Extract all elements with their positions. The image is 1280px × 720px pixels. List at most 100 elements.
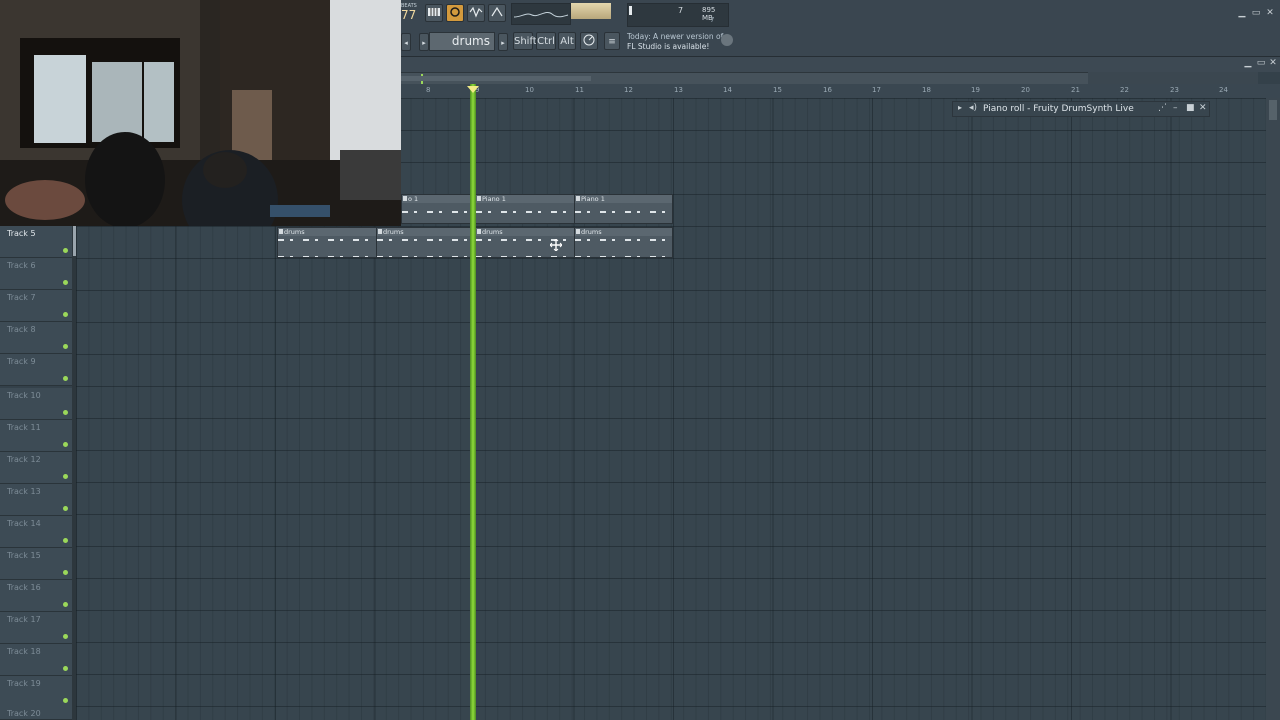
track-mute-icon[interactable]: [63, 474, 68, 479]
track-mute-icon[interactable]: [63, 376, 68, 381]
metronome-button[interactable]: [580, 32, 598, 50]
playhead[interactable]: [470, 84, 476, 720]
playhead-marker-icon[interactable]: [467, 86, 479, 93]
track-mute-icon[interactable]: [63, 538, 68, 543]
clip-label: drums: [476, 228, 574, 236]
track-name: Track 17: [7, 615, 41, 624]
piano-roll-window[interactable]: ▸ ◂) Piano roll - Fruity DrumSynth Live …: [952, 101, 1210, 117]
online-icon[interactable]: [721, 34, 733, 46]
track-header[interactable]: Track 5: [0, 226, 72, 258]
channel-rack-icon: [450, 7, 460, 17]
playlist-maximize-icon[interactable]: ▭: [1256, 58, 1266, 68]
track-header[interactable]: Track 17: [0, 612, 72, 644]
pattern-arrow-button[interactable]: ▸: [419, 33, 429, 51]
track-name: Track 5: [7, 229, 36, 238]
track-name: Track 13: [7, 487, 41, 496]
playlist-minimize-icon[interactable]: ▁: [1243, 58, 1253, 68]
browser-button[interactable]: [488, 4, 506, 22]
track-mute-icon[interactable]: [63, 570, 68, 575]
scroll-thumb[interactable]: [401, 76, 591, 81]
news-ticker[interactable]: Today: A newer version of FL Studio is a…: [627, 32, 727, 52]
track-mute-icon[interactable]: [63, 280, 68, 285]
mixer-button[interactable]: [467, 4, 485, 22]
playlist-close-icon[interactable]: ✕: [1268, 58, 1278, 68]
track-header[interactable]: Track 11: [0, 420, 72, 452]
piano-roll-close-icon[interactable]: ✕: [1199, 103, 1207, 113]
metronome-icon: [583, 34, 595, 46]
piano-roll-minimize-icon[interactable]: –: [1173, 103, 1178, 113]
piano-roll-menu-icon[interactable]: ⋰: [1158, 103, 1167, 113]
track-header[interactable]: Track 19: [0, 676, 72, 708]
ruler-tick: 13: [674, 86, 683, 94]
expand-arrow-icon[interactable]: ▸: [958, 103, 962, 112]
vertical-scroll-thumb[interactable]: [1269, 100, 1277, 120]
pattern-clip-drums[interactable]: drums: [376, 227, 476, 258]
track-name: Track 16: [7, 583, 41, 592]
maximize-icon[interactable]: ▭: [1251, 8, 1261, 18]
track-header[interactable]: Track 9: [0, 354, 72, 386]
clip-label: drums: [575, 228, 672, 236]
track-header[interactable]: Track 13: [0, 484, 72, 516]
snap-button[interactable]: ≡: [604, 32, 620, 50]
track-mute-icon[interactable]: [63, 410, 68, 415]
news-line-1: Today: A newer version of: [627, 32, 724, 41]
vertical-scrollbar[interactable]: [1266, 98, 1280, 720]
pattern-clip-piano[interactable]: Piano 1: [475, 194, 575, 224]
ruler-tick: 23: [1170, 86, 1179, 94]
minimize-icon[interactable]: ▁: [1237, 8, 1247, 18]
track-header[interactable]: Track 12: [0, 452, 72, 484]
clip-label: drums: [377, 228, 475, 236]
master-volume[interactable]: [571, 3, 611, 19]
prev-pattern-button[interactable]: ◂: [401, 33, 411, 51]
track-name: Track 19: [7, 679, 41, 688]
clip-label: o 1: [402, 195, 475, 203]
ctrl-button[interactable]: Ctrl: [536, 32, 556, 50]
timeline-ruler[interactable]: 8 9 10 11 12 13 14 15 16 17 18 19 20 21 …: [401, 84, 1280, 99]
pattern-selector[interactable]: drums: [429, 32, 495, 51]
track-mute-icon[interactable]: [63, 602, 68, 607]
track-mute-icon[interactable]: [63, 506, 68, 511]
plugin-icon: [491, 6, 503, 17]
track-header[interactable]: Track 16: [0, 580, 72, 612]
ruler-tick: 21: [1071, 86, 1080, 94]
speaker-icon[interactable]: ◂): [969, 103, 977, 113]
news-line-2: FL Studio is available!: [627, 42, 710, 51]
close-icon[interactable]: ✕: [1265, 8, 1275, 18]
track-header[interactable]: Track 20: [0, 706, 72, 720]
track-mute-icon[interactable]: [63, 666, 68, 671]
track-mute-icon[interactable]: [63, 698, 68, 703]
ruler-tick: 12: [624, 86, 633, 94]
track-header[interactable]: Track 15: [0, 548, 72, 580]
track-selection-strip[interactable]: [72, 226, 76, 720]
track-header[interactable]: Track 6: [0, 258, 72, 290]
pattern-clip-drums[interactable]: drums: [277, 227, 377, 258]
track-mute-icon[interactable]: [63, 442, 68, 447]
pattern-clip-piano[interactable]: o 1: [401, 194, 476, 224]
pattern-clip-drums[interactable]: drums: [574, 227, 673, 258]
alt-button[interactable]: Alt: [558, 32, 576, 50]
clip-notes: [575, 239, 672, 241]
track-mute-icon[interactable]: [63, 248, 68, 253]
track-header[interactable]: Track 14: [0, 516, 72, 548]
track-name: Track 10: [7, 391, 41, 400]
tempo-display[interactable]: 77: [401, 8, 416, 22]
piano-roll-button[interactable]: [425, 4, 443, 22]
track-header[interactable]: Track 7: [0, 290, 72, 322]
next-pattern-button[interactable]: ▸: [498, 33, 508, 51]
channel-rack-button[interactable]: [446, 4, 464, 22]
track-mute-icon[interactable]: [63, 344, 68, 349]
toolbar-row-bottom: ◂ ▸ drums ▸ Shift Ctrl Alt ≡ Today: A ne…: [401, 28, 1280, 56]
piano-roll-maximize-icon[interactable]: ■: [1186, 103, 1195, 113]
track-mute-icon[interactable]: [63, 634, 68, 639]
webcam-image: [0, 0, 401, 226]
track-header[interactable]: Track 8: [0, 322, 72, 354]
track-header[interactable]: Track 18: [0, 644, 72, 676]
shift-button[interactable]: Shift: [513, 32, 537, 50]
track-header[interactable]: Track 10: [0, 388, 72, 420]
cpu-graph: [511, 3, 571, 25]
clip-notes: [278, 256, 376, 257]
pattern-clip-piano[interactable]: Piano 1: [574, 194, 673, 224]
cpu-value: 7: [678, 6, 684, 15]
track-mute-icon[interactable]: [63, 312, 68, 317]
track-name: Track 8: [7, 325, 36, 334]
